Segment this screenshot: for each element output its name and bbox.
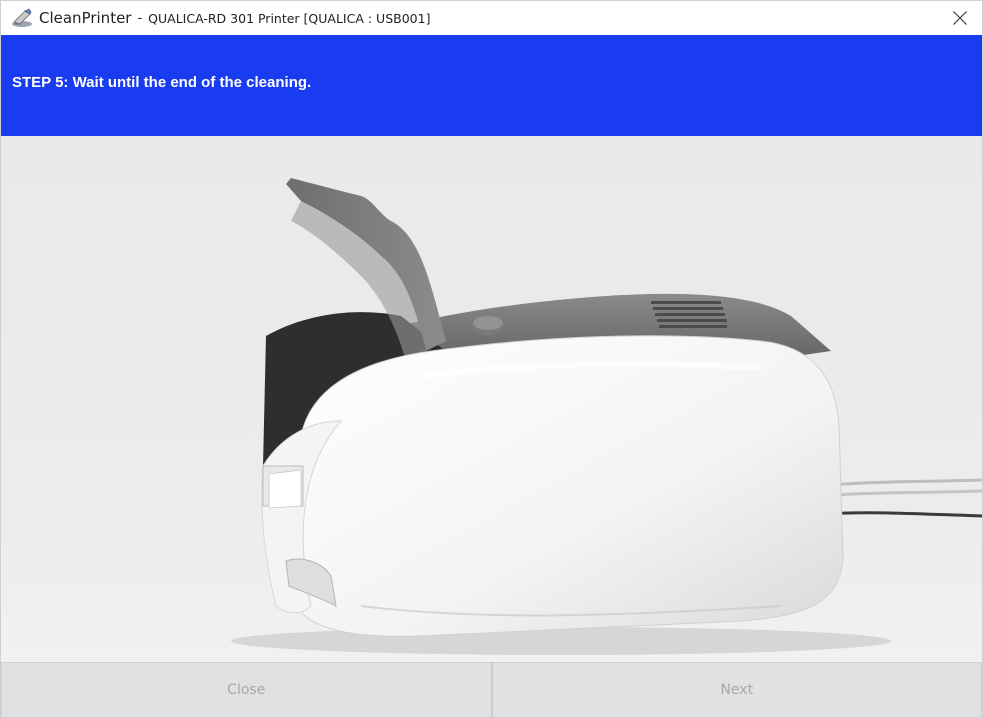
window-title: QUALICA-RD 301 Printer [QUALICA : USB001… [148,10,431,26]
close-button[interactable]: Close [1,662,492,718]
close-window-button[interactable] [938,1,982,35]
button-bar: Close Next [1,662,982,718]
title-separator: - [137,10,143,26]
title-bar: CleanPrinter - QUALICA-RD 301 Printer [Q… [1,1,982,35]
app-icon [11,8,33,28]
close-icon [953,11,967,25]
step-banner: STEP 5: Wait until the end of the cleani… [1,35,982,136]
cleanprinter-window: CleanPrinter - QUALICA-RD 301 Printer [Q… [0,0,983,718]
next-button[interactable]: Next [491,662,982,718]
step-instruction: STEP 5: Wait until the end of the cleani… [12,74,312,91]
printer-illustration [1,136,982,662]
app-name: CleanPrinter [39,9,132,27]
